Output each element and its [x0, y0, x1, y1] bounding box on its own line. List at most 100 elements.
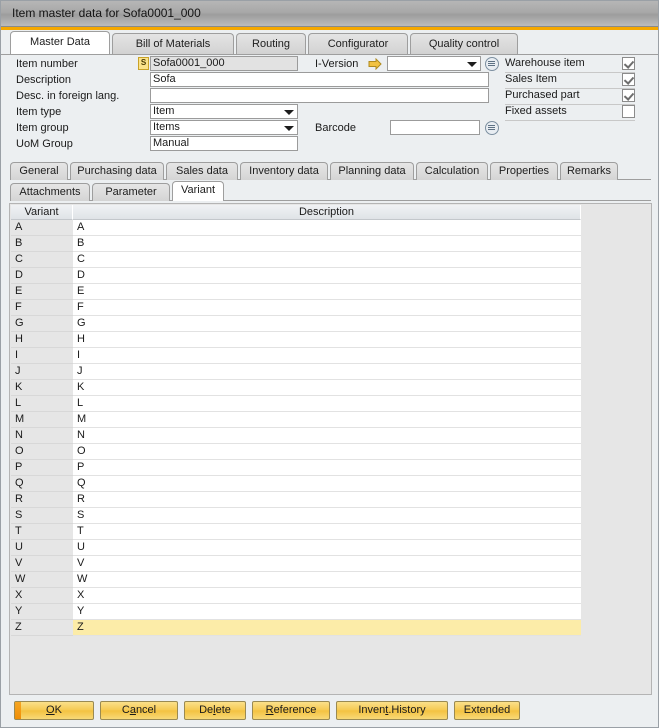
table-row[interactable]: ZZ — [11, 620, 581, 636]
barcode-input[interactable] — [390, 120, 480, 135]
main-tab-master-data[interactable]: Master Data — [10, 31, 110, 54]
main-tab-routing[interactable]: Routing — [236, 33, 306, 54]
checkbox-warehouse-item[interactable] — [622, 57, 635, 70]
cell-variant[interactable]: V — [11, 556, 73, 572]
cell-variant[interactable]: B — [11, 236, 73, 252]
sub-tab-general[interactable]: General — [10, 162, 68, 180]
cell-description[interactable]: J — [73, 364, 581, 380]
cell-description[interactable]: K — [73, 380, 581, 396]
cell-description[interactable]: O — [73, 444, 581, 460]
cell-description[interactable]: Z — [73, 620, 581, 636]
sub-tab-planning-data[interactable]: Planning data — [330, 162, 414, 180]
table-row[interactable]: BB — [11, 236, 581, 252]
cell-variant[interactable]: E — [11, 284, 73, 300]
checkbox-fixed-assets[interactable] — [622, 105, 635, 118]
main-tab-configurator[interactable]: Configurator — [308, 33, 408, 54]
invent-history-button[interactable]: Invent.History — [336, 701, 448, 720]
table-row[interactable]: II — [11, 348, 581, 364]
table-row[interactable]: AA — [11, 220, 581, 236]
description-input[interactable]: Sofa — [150, 72, 489, 87]
cell-description[interactable]: E — [73, 284, 581, 300]
delete-button[interactable]: Delete — [184, 701, 246, 720]
cell-description[interactable]: S — [73, 508, 581, 524]
table-row[interactable]: MM — [11, 412, 581, 428]
cell-variant[interactable]: A — [11, 220, 73, 236]
table-row[interactable]: YY — [11, 604, 581, 620]
cell-description[interactable]: N — [73, 428, 581, 444]
cell-variant[interactable]: F — [11, 300, 73, 316]
table-row[interactable]: KK — [11, 380, 581, 396]
cell-variant[interactable]: T — [11, 524, 73, 540]
table-row[interactable]: LL — [11, 396, 581, 412]
table-row[interactable]: VV — [11, 556, 581, 572]
sub-tab-remarks[interactable]: Remarks — [560, 162, 618, 180]
cell-variant[interactable]: D — [11, 268, 73, 284]
cell-variant[interactable]: M — [11, 412, 73, 428]
sub-tab-purchasing-data[interactable]: Purchasing data — [70, 162, 164, 180]
cell-description[interactable]: X — [73, 588, 581, 604]
cell-variant[interactable]: O — [11, 444, 73, 460]
cell-description[interactable]: C — [73, 252, 581, 268]
cell-variant[interactable]: X — [11, 588, 73, 604]
cell-variant[interactable]: Q — [11, 476, 73, 492]
item-group-dropdown[interactable]: Items — [150, 120, 298, 135]
cell-description[interactable]: V — [73, 556, 581, 572]
table-row[interactable]: CC — [11, 252, 581, 268]
table-row[interactable]: HH — [11, 332, 581, 348]
cell-description[interactable]: L — [73, 396, 581, 412]
cell-variant[interactable]: Y — [11, 604, 73, 620]
cell-description[interactable]: P — [73, 460, 581, 476]
cell-description[interactable]: T — [73, 524, 581, 540]
cancel-button[interactable]: Cancel — [100, 701, 178, 720]
cell-description[interactable]: B — [73, 236, 581, 252]
cell-variant[interactable]: Z — [11, 620, 73, 636]
table-row[interactable]: FF — [11, 300, 581, 316]
main-tab-bill-of-materials[interactable]: Bill of Materials — [112, 33, 234, 54]
checkbox-purchased-part[interactable] — [622, 89, 635, 102]
item-type-dropdown[interactable]: Item — [150, 104, 298, 119]
flag-row-purchased-part[interactable]: Purchased part — [505, 88, 635, 105]
sub-tab-sales-data[interactable]: Sales data — [166, 162, 238, 180]
cell-description[interactable]: I — [73, 348, 581, 364]
cell-variant[interactable]: U — [11, 540, 73, 556]
table-row[interactable]: OO — [11, 444, 581, 460]
cell-description[interactable]: W — [73, 572, 581, 588]
sub-tab-variant[interactable]: Variant — [172, 181, 224, 201]
extended-button[interactable]: Extended — [454, 701, 520, 720]
item-number-input[interactable]: Sofa0001_000 — [150, 56, 298, 71]
table-row[interactable]: PP — [11, 460, 581, 476]
table-row[interactable]: NN — [11, 428, 581, 444]
table-row[interactable]: RR — [11, 492, 581, 508]
cell-variant[interactable]: W — [11, 572, 73, 588]
sub-tab-inventory-data[interactable]: Inventory data — [240, 162, 328, 180]
cell-description[interactable]: Q — [73, 476, 581, 492]
cell-description[interactable]: M — [73, 412, 581, 428]
cell-description[interactable]: R — [73, 492, 581, 508]
table-row[interactable]: DD — [11, 268, 581, 284]
table-row[interactable]: SS — [11, 508, 581, 524]
ok-button[interactable]: OK — [14, 701, 94, 720]
grid-col-header-variant[interactable]: Variant — [11, 205, 73, 220]
i-version-choose-list-icon[interactable] — [485, 57, 499, 71]
cell-description[interactable]: Y — [73, 604, 581, 620]
table-row[interactable]: QQ — [11, 476, 581, 492]
desc-foreign-lang-input[interactable] — [150, 88, 489, 103]
variant-grid[interactable]: VariantDescription AABBCCDDEEFFGGHHIIJJK… — [9, 203, 652, 695]
sub-tab-calculation[interactable]: Calculation — [416, 162, 488, 180]
table-row[interactable]: UU — [11, 540, 581, 556]
cell-description[interactable]: D — [73, 268, 581, 284]
table-row[interactable]: WW — [11, 572, 581, 588]
i-version-dropdown[interactable] — [387, 56, 481, 71]
cell-description[interactable]: U — [73, 540, 581, 556]
table-row[interactable]: TT — [11, 524, 581, 540]
cell-variant[interactable]: H — [11, 332, 73, 348]
checkbox-sales-item[interactable] — [622, 73, 635, 86]
flag-row-warehouse-item[interactable]: Warehouse item — [505, 56, 635, 73]
table-row[interactable]: GG — [11, 316, 581, 332]
cell-variant[interactable]: K — [11, 380, 73, 396]
cell-description[interactable]: A — [73, 220, 581, 236]
table-row[interactable]: JJ — [11, 364, 581, 380]
sub-tab-properties[interactable]: Properties — [490, 162, 558, 180]
cell-variant[interactable]: N — [11, 428, 73, 444]
main-tab-quality-control[interactable]: Quality control — [410, 33, 518, 54]
